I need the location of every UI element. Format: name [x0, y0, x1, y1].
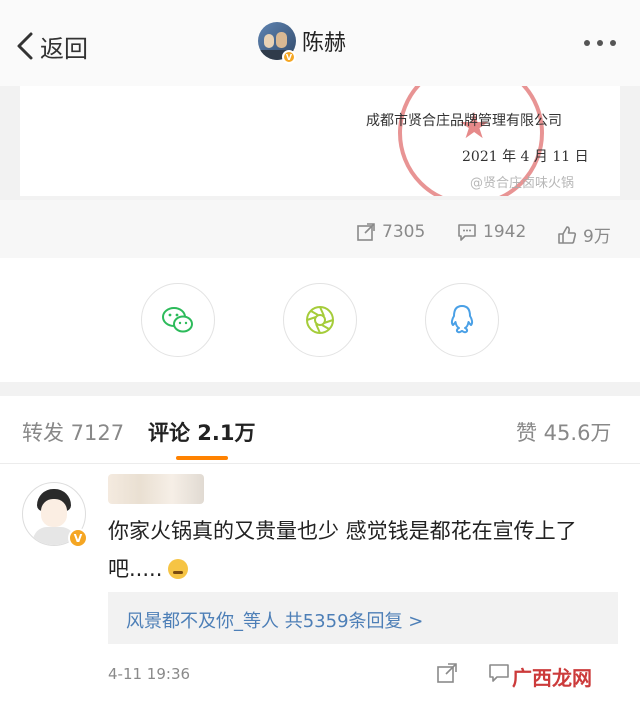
moments-icon: [306, 306, 334, 334]
back-label: 返回: [40, 34, 88, 63]
active-tab-indicator: [176, 456, 228, 460]
qq-icon: [450, 305, 474, 334]
share-wechat-button[interactable]: [141, 283, 215, 357]
letter-date: 2021 年 4 月 11 日: [462, 149, 589, 165]
verified-badge: V: [282, 50, 296, 64]
commenter-name-blurred[interactable]: [108, 474, 204, 504]
repost-button[interactable]: 7305: [356, 222, 425, 242]
repost-icon[interactable]: [436, 662, 458, 684]
tab-repost[interactable]: 转发 7127: [22, 417, 124, 447]
back-button[interactable]: 返回: [14, 26, 88, 66]
chevron-left-icon: [17, 32, 33, 60]
comment-count: 1942: [483, 222, 527, 242]
more-options-button[interactable]: [584, 40, 616, 46]
comment-icon[interactable]: [488, 662, 510, 684]
view-replies-link[interactable]: 风景都不及你_等人 共5359条回复 >: [126, 607, 423, 633]
like-count: 9万: [583, 227, 611, 247]
share-qq-button[interactable]: [425, 283, 499, 357]
tab-likes[interactable]: 赞 45.6万: [516, 417, 611, 447]
wechat-icon: [162, 307, 193, 333]
thumbs-up-icon: [558, 225, 577, 244]
dot-icon: [610, 40, 616, 46]
dot-icon: [584, 40, 590, 46]
comment-button[interactable]: 1942: [457, 222, 526, 242]
page-title: 陈赫: [302, 31, 347, 56]
dot-icon: [597, 40, 603, 46]
image-watermark: @贤合庄卤味火锅: [470, 176, 575, 191]
repost-count: 7305: [382, 222, 426, 242]
company-name: 成都市贤合庄品牌管理有限公司: [366, 113, 562, 129]
site-watermark: 广西龙网: [512, 666, 592, 690]
comment-icon: [458, 224, 476, 241]
tab-comments[interactable]: 评论 2.1万: [148, 417, 256, 447]
post-stats-bar: [0, 200, 640, 260]
commenter-verified-badge: V: [68, 528, 88, 548]
share-moments-button[interactable]: [283, 283, 357, 357]
profile-title[interactable]: 陈赫: [258, 22, 346, 60]
repost-icon: [357, 223, 375, 241]
comment-text: 你家火锅真的又贵量也少 感觉钱是都花在宣传上了吧.....: [108, 512, 628, 588]
comment-time: 4-11 19:36: [108, 665, 191, 683]
sweat-emoji-icon: [168, 559, 189, 579]
like-button[interactable]: 9万: [557, 222, 611, 247]
